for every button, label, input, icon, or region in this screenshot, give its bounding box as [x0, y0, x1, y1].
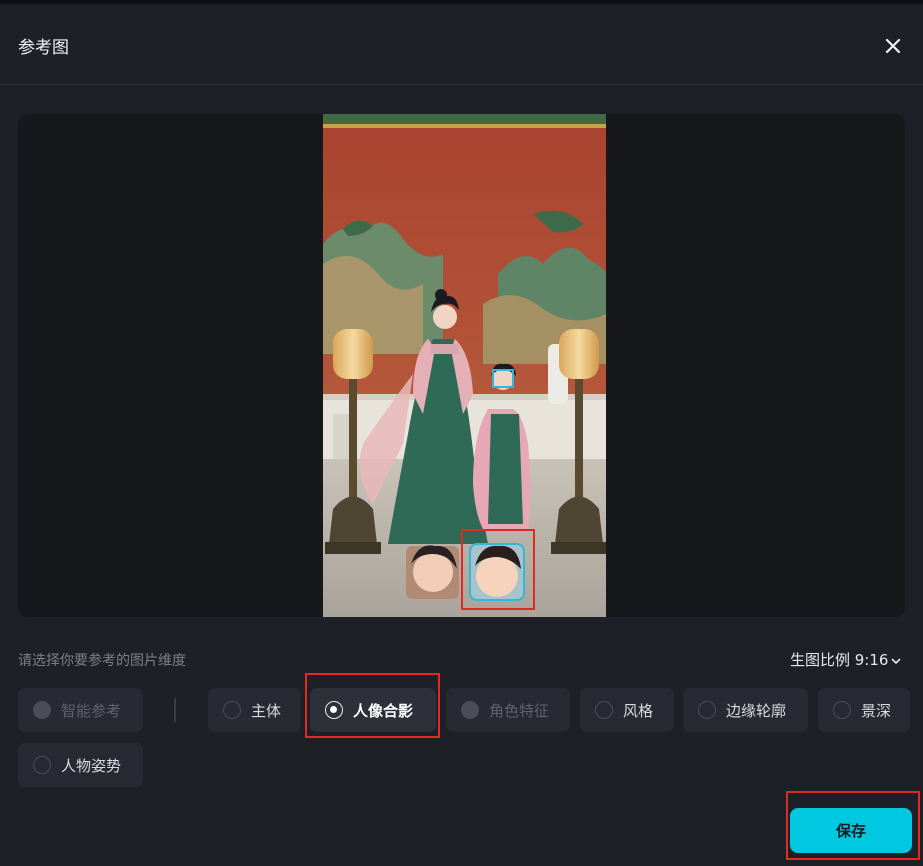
option-style[interactable]: 风格 [580, 688, 674, 732]
option-label: 角色特征 [489, 701, 550, 720]
option-label: 景深 [861, 701, 892, 720]
radio-icon [833, 701, 851, 719]
radio-icon [33, 701, 51, 719]
option-portrait-group[interactable]: 人像合影 [310, 688, 436, 732]
image-preview [18, 114, 905, 617]
dimension-hint: 请选择你要参考的图片维度 [18, 653, 186, 669]
option-subject[interactable]: 主体 [208, 688, 301, 732]
options-separator [174, 698, 176, 722]
option-label: 人像合影 [353, 701, 414, 720]
reference-photo [323, 114, 606, 617]
radio-icon [33, 756, 51, 774]
option-smart-reference: 智能参考 [18, 688, 143, 732]
dialog-title: 参考图 [18, 38, 69, 58]
option-character-features: 角色特征 [446, 688, 570, 732]
close-icon[interactable] [881, 34, 905, 58]
option-character-pose[interactable]: 人物姿势 [18, 743, 143, 787]
aspect-ratio-selector[interactable]: 生图比例 9:16 [790, 649, 902, 670]
option-label: 人物姿势 [61, 756, 122, 775]
radio-icon [595, 701, 613, 719]
header-divider [0, 84, 923, 85]
chevron-down-icon [891, 657, 902, 664]
aspect-ratio-label: 生图比例 9:16 [790, 651, 889, 669]
option-depth-of-field[interactable]: 景深 [818, 688, 910, 732]
radio-icon [461, 701, 479, 719]
option-label: 边缘轮廓 [726, 701, 787, 720]
option-edge-outline[interactable]: 边缘轮廓 [683, 688, 808, 732]
radio-icon [223, 701, 241, 719]
option-label: 主体 [251, 701, 282, 720]
option-label: 风格 [623, 701, 654, 720]
save-button[interactable]: 保存 [790, 808, 912, 853]
radio-icon [698, 701, 716, 719]
radio-selected-icon [325, 701, 343, 719]
option-label: 智能参考 [61, 701, 122, 720]
